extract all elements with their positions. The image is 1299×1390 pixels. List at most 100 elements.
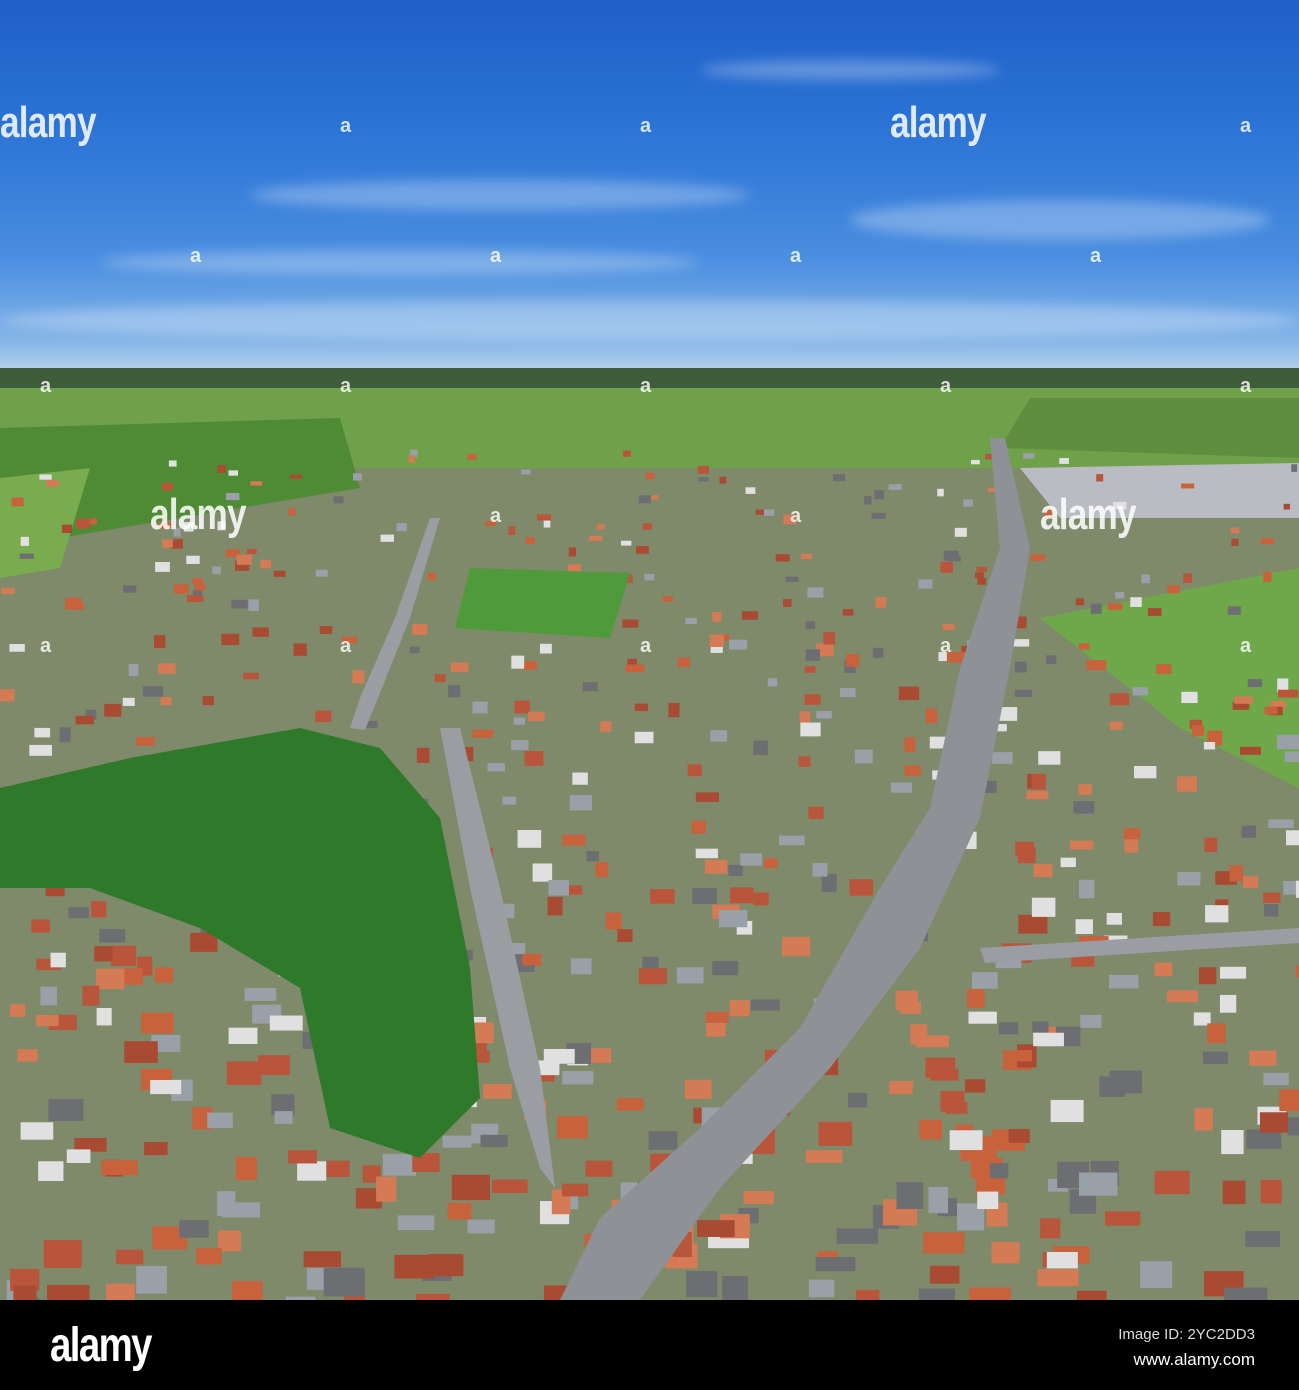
watermark-mark: a <box>1240 375 1252 397</box>
house-roof <box>1259 1112 1288 1133</box>
house-roof <box>548 880 569 896</box>
house-roof <box>617 929 633 943</box>
house-roof <box>1287 1117 1299 1136</box>
house-roof <box>895 990 918 1011</box>
house-roof <box>95 968 125 990</box>
house-roof <box>1249 1050 1277 1066</box>
house-roof <box>1107 603 1123 610</box>
house-roof <box>709 634 725 647</box>
house-roof <box>763 509 775 516</box>
house-roof <box>96 1008 112 1026</box>
house-roof <box>849 879 874 896</box>
house-roof <box>427 573 437 581</box>
house-roof <box>572 772 588 785</box>
house-roof <box>1221 1130 1244 1155</box>
house-roof <box>547 896 563 916</box>
house-roof <box>472 701 488 714</box>
house-roof <box>1204 837 1218 853</box>
house-roof <box>963 499 973 507</box>
house-roof <box>1263 571 1272 583</box>
house-roof <box>47 1284 90 1300</box>
house-roof <box>1134 765 1157 779</box>
image-id: Image ID: 2YC2DD3 <box>1118 1326 1255 1343</box>
house-roof <box>695 848 718 859</box>
house-roof <box>639 968 667 985</box>
watermark-mark: a <box>1090 245 1102 267</box>
house-roof <box>778 835 805 846</box>
house-roof <box>782 936 811 957</box>
house-roof <box>192 578 204 584</box>
house-roof <box>1231 538 1239 546</box>
house-roof <box>99 929 126 943</box>
house-roof <box>150 1080 182 1095</box>
house-roof <box>9 644 25 652</box>
house-roof <box>1205 905 1229 923</box>
sports-field <box>455 568 630 638</box>
house-roof <box>1156 664 1172 674</box>
house-roof <box>136 1266 167 1294</box>
house-roof <box>467 453 477 460</box>
house-roof <box>1046 1251 1078 1269</box>
house-roof <box>31 919 50 933</box>
house-roof <box>1069 840 1094 850</box>
house-roof <box>918 1288 956 1300</box>
watermark-mark: a <box>1240 635 1252 657</box>
watermark-mark: a <box>640 635 652 657</box>
house-roof <box>161 539 173 548</box>
house-roof <box>896 1182 924 1209</box>
house-roof <box>40 986 57 1006</box>
house-roof <box>289 474 303 479</box>
house-roof <box>808 1279 835 1298</box>
house-roof <box>648 1131 678 1150</box>
house-roof <box>1038 751 1061 765</box>
house-roof <box>928 1187 948 1214</box>
house-roof <box>634 731 654 744</box>
house-roof <box>1176 776 1197 792</box>
house-roof <box>1033 1032 1064 1047</box>
house-roof <box>1291 464 1298 472</box>
house-roof <box>750 999 780 1011</box>
house-roof <box>1030 554 1046 561</box>
house-roof <box>651 494 659 500</box>
watermark-mark: a <box>340 115 352 137</box>
house-roof <box>697 465 710 474</box>
house-roof <box>616 1098 644 1111</box>
house-roof <box>1140 1261 1173 1289</box>
house-roof <box>467 1219 495 1234</box>
house-roof <box>412 624 428 635</box>
house-roof <box>1033 863 1053 878</box>
house-roof <box>848 1093 868 1108</box>
house-roof <box>706 1022 726 1037</box>
house-roof <box>61 524 72 533</box>
house-roof <box>36 1014 59 1027</box>
house-roof <box>194 583 206 591</box>
house-roof <box>562 834 586 846</box>
house-roof <box>620 540 632 546</box>
house-roof <box>250 481 263 486</box>
house-roof <box>741 611 758 620</box>
house-roof <box>1167 585 1180 594</box>
house-roof <box>487 763 505 772</box>
house-roof <box>101 1159 138 1176</box>
house-roof <box>82 985 100 1006</box>
house-roof <box>20 1122 54 1140</box>
house-roof <box>20 536 29 546</box>
house-roof <box>755 509 765 515</box>
house-roof <box>122 697 135 706</box>
house-roof <box>1059 458 1069 464</box>
house-roof <box>273 570 286 577</box>
house-roof <box>539 643 552 654</box>
house-roof <box>890 782 912 793</box>
house-roof <box>940 1091 965 1112</box>
house-roof <box>1154 962 1173 977</box>
house-roof <box>1278 689 1299 698</box>
house-roof <box>232 1280 263 1300</box>
house-roof <box>252 627 269 637</box>
house-roof <box>434 674 446 683</box>
house-roof <box>943 550 959 561</box>
house-roof <box>1076 1290 1107 1300</box>
house-roof <box>416 747 430 763</box>
house-roof <box>1147 608 1162 616</box>
house-roof <box>59 727 71 743</box>
house-roof <box>1073 801 1095 814</box>
